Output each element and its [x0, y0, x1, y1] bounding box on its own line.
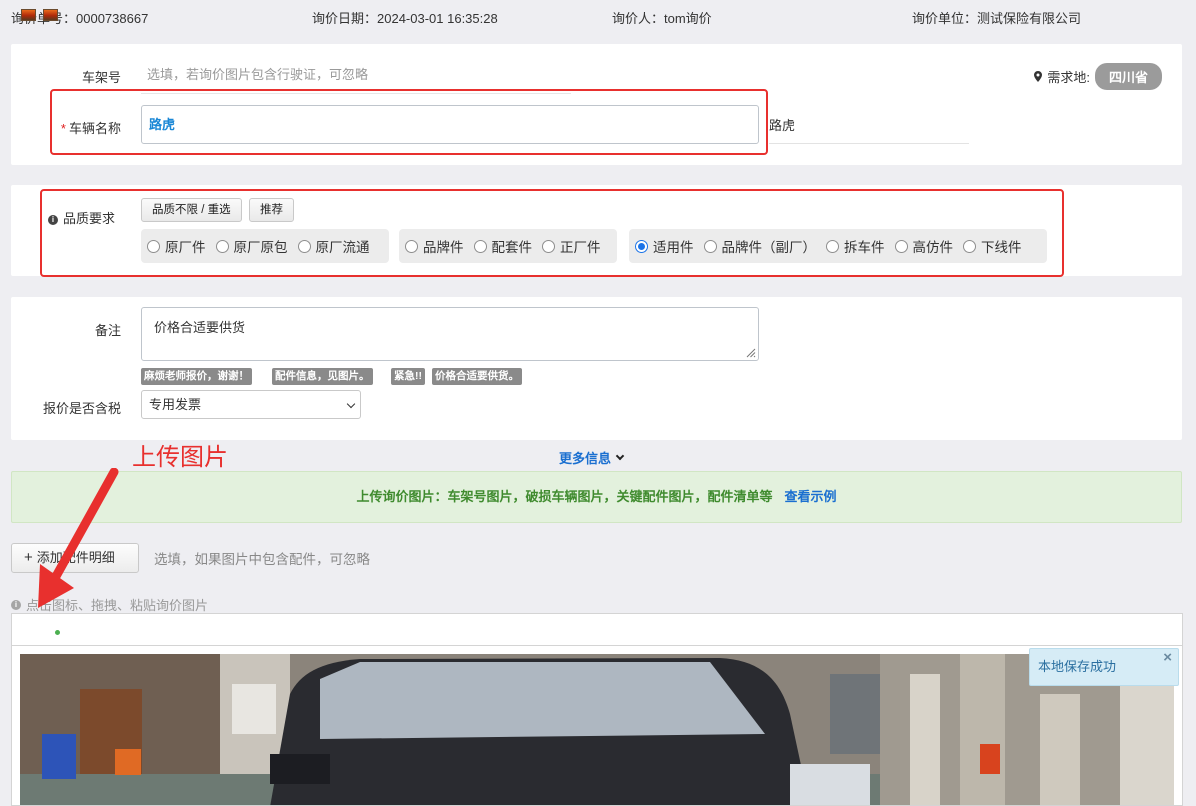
image-drop-area[interactable]: [11, 645, 1183, 806]
radio-icon[interactable]: [147, 239, 160, 253]
chevron-down-icon: [615, 451, 625, 460]
radio-icon[interactable]: [703, 239, 717, 253]
radio-icon[interactable]: [826, 239, 839, 253]
radio-icon[interactable]: [215, 239, 229, 253]
radio-icon[interactable]: [963, 239, 976, 253]
toast-notification: 本地保存成功 ×: [1029, 648, 1179, 686]
option-brand[interactable]: 品牌件: [405, 236, 464, 256]
info-icon: i: [48, 215, 58, 225]
quality-group-oem: 原厂件 原厂原包 原厂流通: [141, 229, 389, 263]
add-badge-icon: [54, 629, 61, 636]
quality-group-brand: 品牌件 配套件 正厂件: [399, 229, 617, 263]
quality-label: i 品质要求: [48, 208, 115, 227]
remark-value: 价格合适要供货: [154, 320, 246, 335]
option-offline[interactable]: 下线件: [963, 236, 1022, 256]
upload-banner: 上传询价图片：车架号图片，破损车辆图片，关键配件图片，配件清单等 查看示例: [11, 471, 1182, 523]
option-genuine[interactable]: 正厂件: [542, 236, 601, 256]
option-dismantled[interactable]: 拆车件: [826, 236, 885, 256]
demand-label: 需求地:: [1047, 70, 1090, 85]
tax-select[interactable]: 专用发票: [141, 390, 361, 419]
remark-tag[interactable]: 麻烦老师报价，谢谢！: [141, 368, 252, 385]
vin-label: 车架号: [81, 70, 121, 85]
tax-selected-value: 专用发票: [149, 397, 202, 412]
quality-reset-button[interactable]: 品质不限 / 重选: [141, 198, 242, 222]
remark-label: 备注: [94, 323, 121, 338]
tax-label: 报价是否含税: [42, 401, 121, 416]
option-brand-aftermarket[interactable]: 品牌件（副厂）: [703, 236, 816, 256]
annotation-upload-text: 上传图片: [132, 444, 228, 471]
inquiry-company: 询价单位：测试保险有限公司: [912, 11, 1082, 26]
option-compatible[interactable]: 适用件: [635, 236, 694, 256]
quality-group-aftermarket: 适用件 品牌件（副厂） 拆车件 高仿件 下线件: [629, 229, 1047, 263]
info-icon: i: [11, 599, 21, 610]
demand-location: 需求地: 四川省: [1034, 63, 1162, 90]
remark-textarea[interactable]: 价格合适要供货: [141, 307, 759, 361]
uploaded-vehicle-photo[interactable]: [20, 654, 1174, 806]
province-badge[interactable]: 四川省: [1094, 63, 1162, 90]
inquirer: 询价人：tom询价: [612, 11, 712, 26]
vehicle-name-input[interactable]: 路虎: [141, 105, 759, 144]
insert-image-icon[interactable]: [21, 9, 36, 21]
add-parts-hint: 选填，如果图片中包含配件，可忽略: [154, 552, 370, 567]
remark-tag[interactable]: 紧急!!: [391, 368, 425, 385]
radio-icon[interactable]: [473, 239, 487, 253]
radio-checked-icon[interactable]: [635, 239, 648, 253]
upload-banner-text: 上传询价图片：车架号图片，破损车辆图片，关键配件图片，配件清单等: [356, 489, 773, 504]
radio-icon[interactable]: [405, 239, 418, 253]
close-icon[interactable]: ×: [1163, 649, 1172, 667]
radio-icon[interactable]: [894, 239, 908, 253]
annotation-arrow-icon: [38, 468, 119, 608]
required-star: *: [60, 121, 66, 136]
location-pin-icon: [1034, 71, 1043, 82]
resize-grip-icon[interactable]: [746, 348, 756, 358]
radio-icon[interactable]: [542, 239, 555, 253]
option-oem-circulation[interactable]: 原厂流通: [297, 236, 370, 256]
remark-tag[interactable]: 配件信息，见图片。: [272, 368, 373, 385]
remark-tag[interactable]: 价格合适要供货。: [432, 368, 522, 385]
option-replica[interactable]: 高仿件: [894, 236, 953, 256]
vehicle-name-suggestion[interactable]: 路虎: [769, 108, 969, 144]
toast-message: 本地保存成功: [1038, 659, 1117, 674]
view-example-link[interactable]: 查看示例: [785, 489, 837, 504]
radio-icon[interactable]: [297, 239, 311, 253]
option-oem[interactable]: 原厂件: [147, 236, 206, 256]
option-oem-original-pack[interactable]: 原厂原包: [215, 236, 288, 256]
more-info-label: 更多信息: [559, 451, 612, 466]
recommend-button[interactable]: 推荐: [249, 198, 294, 222]
option-matching[interactable]: 配套件: [473, 236, 532, 256]
upload-image-icon[interactable]: [43, 9, 58, 21]
more-info-toggle[interactable]: 更多信息: [559, 448, 625, 467]
image-toolbar: [11, 613, 1183, 645]
vehicle-name-label: * 车辆名称: [60, 121, 121, 136]
inquiry-date: 询价日期：2024-03-01 16:35:28: [312, 11, 498, 26]
chevron-down-icon: [346, 399, 356, 409]
